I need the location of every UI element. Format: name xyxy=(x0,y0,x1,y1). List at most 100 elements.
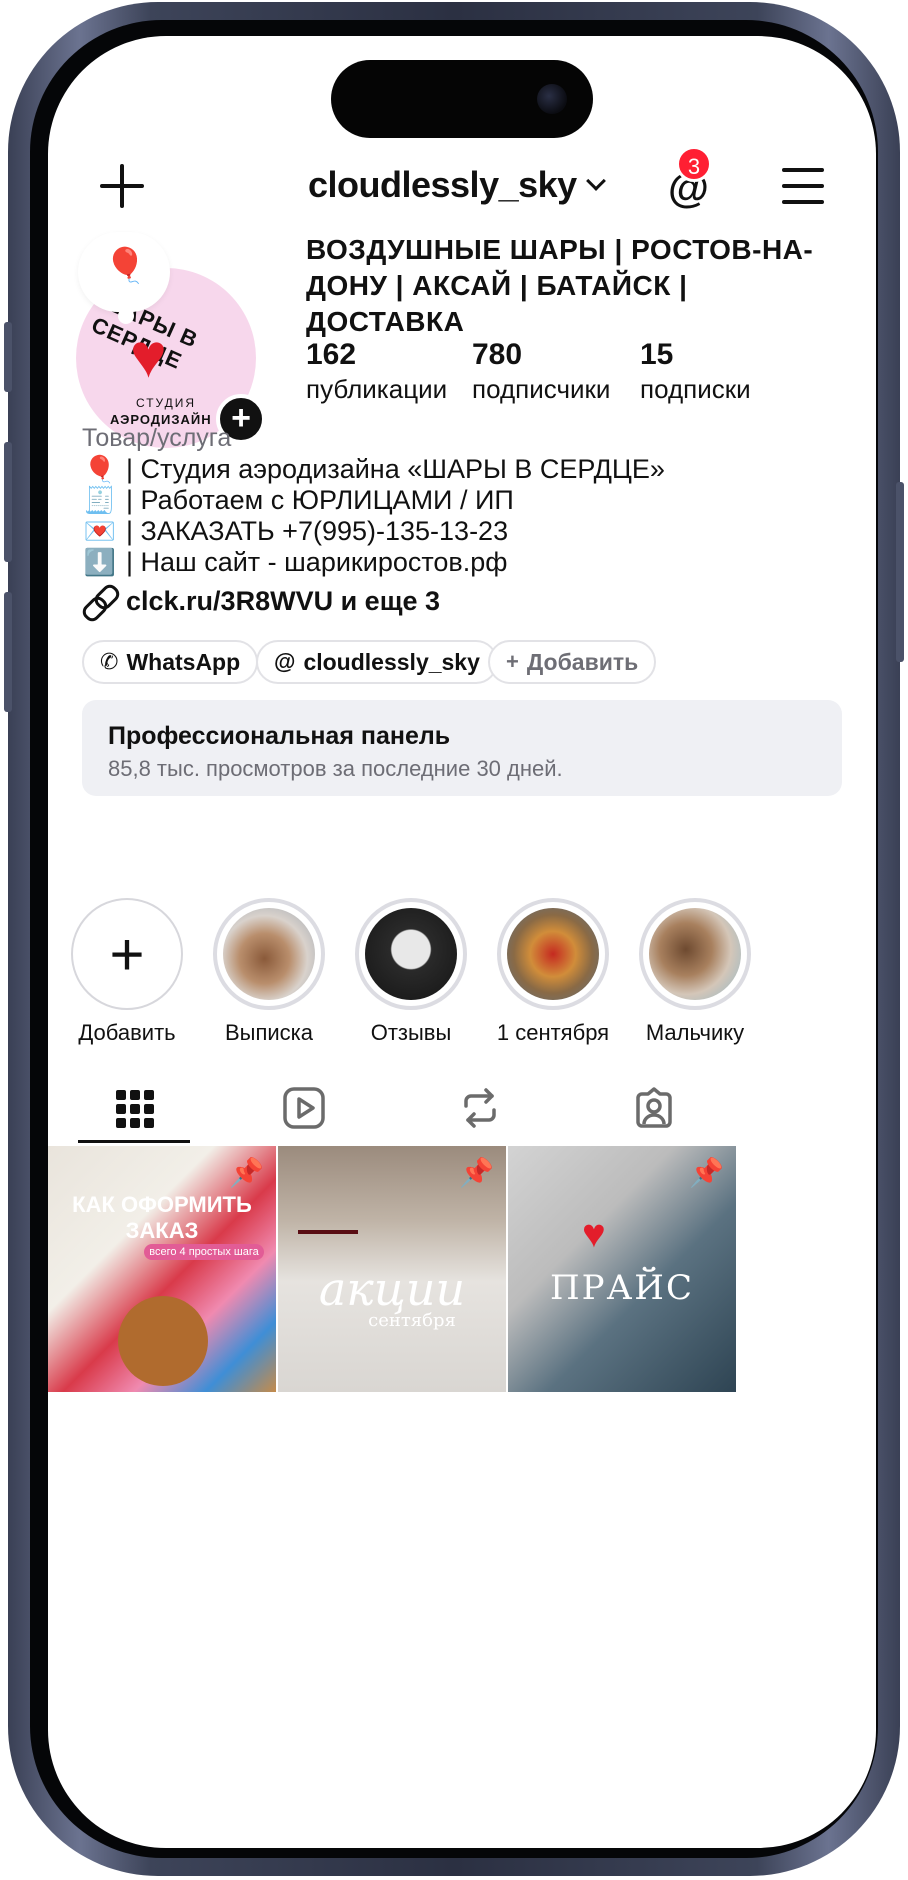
panel-title: Профессиональная панель xyxy=(108,722,451,750)
highlight-label: Мальчику xyxy=(645,1020,745,1045)
highlight-thumbnail xyxy=(507,908,599,1000)
stat-label: подписки xyxy=(640,374,751,404)
heart-icon: ♥ xyxy=(130,322,167,391)
highlight-thumbnail xyxy=(365,908,457,1000)
action-button xyxy=(4,322,12,392)
threads-icon: @ xyxy=(274,649,296,674)
reels-icon xyxy=(283,1087,325,1129)
ribbon xyxy=(298,1230,358,1234)
profile-stats: 162 публикации 780 подписчики 15 подписк… xyxy=(306,338,846,418)
chevron-down-icon xyxy=(585,171,606,191)
heart-icon: ♥ xyxy=(582,1212,606,1256)
grid-icon xyxy=(116,1090,154,1128)
receipt-icon: 🧾 xyxy=(83,485,117,515)
plus-icon: + xyxy=(506,649,519,674)
profile-name: ВОЗДУШНЫЕ ШАРЫ | РОСТОВ-НА-ДОНУ | АКСАЙ … xyxy=(306,234,814,337)
highlight-ring xyxy=(213,898,325,1010)
balloon-icon: 🎈 xyxy=(104,247,147,285)
profile-link[interactable]: clck.ru/3R8WVU и еще 3 xyxy=(82,584,440,618)
bio-line: 🎈 | Студия аэродизайна «ШАРЫ В СЕРДЦЕ» xyxy=(82,454,665,485)
whatsapp-button[interactable]: ✆ WhatsApp xyxy=(82,640,259,684)
plus-icon: + xyxy=(71,898,183,1010)
stat-posts[interactable]: 162 публикации xyxy=(306,338,447,405)
threads-profile-button[interactable]: @ cloudlessly_sky xyxy=(256,640,498,684)
stat-followers[interactable]: 780 подписчики xyxy=(472,338,610,405)
stat-value: 162 xyxy=(306,338,357,371)
create-button[interactable] xyxy=(100,164,144,208)
post-subcaption: сентября xyxy=(368,1310,456,1331)
panel-subtitle: 85,8 тыс. просмотров за последние 30 дне… xyxy=(108,756,563,781)
profile-category: Товар/услуга xyxy=(82,424,232,452)
highlight-label: Отзывы xyxy=(370,1020,452,1045)
down-arrow-icon: ⬇️ xyxy=(83,547,117,577)
highlight-item[interactable]: Мальчику xyxy=(630,898,760,1046)
post-subcaption: всего 4 простых шага xyxy=(144,1244,264,1260)
tab-reposts[interactable] xyxy=(458,1086,502,1130)
screen: cloudlessly_sky @ 3 ШАРЫ В СЕРДЦЕ ♥ СТУД… xyxy=(48,36,876,1848)
highlight-ring xyxy=(497,898,609,1010)
highlight-item[interactable]: Отзывы xyxy=(346,898,476,1046)
phone-frame: cloudlessly_sky @ 3 ШАРЫ В СЕРДЦЕ ♥ СТУД… xyxy=(4,2,904,1876)
repost-icon xyxy=(464,1088,496,1128)
pin-icon: 📌 xyxy=(459,1157,494,1188)
profile-tabs xyxy=(48,1076,876,1146)
notification-badge: 3 xyxy=(676,146,712,182)
posts-grid: КАК ОФОРМИТЬ ЗАКАЗ всего 4 простых шага … xyxy=(48,1146,876,1392)
add-link-button[interactable]: + Добавить xyxy=(488,640,657,684)
post-caption: акции xyxy=(318,1262,466,1316)
top-bar: cloudlessly_sky @ 3 xyxy=(48,146,876,218)
link-icon xyxy=(82,584,116,618)
balloon-icon: 🎈 xyxy=(83,454,117,484)
volume-up-button xyxy=(4,442,12,562)
username: cloudlessly_sky xyxy=(308,164,577,205)
stat-following[interactable]: 15 подписки xyxy=(640,338,751,405)
power-button xyxy=(896,482,904,662)
story-highlights: + Добавить Выписка Отзывы 1 сентября Мал… xyxy=(48,898,876,1048)
menu-button[interactable] xyxy=(782,168,824,204)
stat-value: 780 xyxy=(472,338,523,371)
pin-icon: 📌 xyxy=(689,1157,724,1188)
note-bubble-tail xyxy=(118,308,134,324)
bio-line: 🧾 | Работаем с ЮРЛИЦАМИ / ИП xyxy=(82,485,514,516)
active-tab-indicator xyxy=(78,1140,190,1143)
account-switcher[interactable]: cloudlessly_sky xyxy=(308,164,606,206)
bio-line[interactable]: 💌 | ЗАКАЗАТЬ +7(995)-135-13-23 xyxy=(82,516,508,547)
tab-reels[interactable] xyxy=(282,1086,326,1130)
stat-label: публикации xyxy=(306,374,448,404)
dynamic-island xyxy=(331,60,593,138)
stat-value: 15 xyxy=(640,338,674,371)
pill-label: Добавить xyxy=(526,648,639,675)
stat-label: подписчики xyxy=(472,374,611,404)
capybara-balloon xyxy=(118,1296,208,1386)
highlight-item[interactable]: Выписка xyxy=(204,898,334,1046)
highlight-item[interactable]: 1 сентября xyxy=(488,898,618,1046)
post-caption: КАК ОФОРМИТЬ ЗАКАЗ xyxy=(72,1192,252,1243)
pin-icon: 📌 xyxy=(229,1157,264,1188)
note-bubble[interactable]: 🎈 xyxy=(78,232,170,312)
highlight-label: 1 сентября xyxy=(496,1020,610,1045)
post-caption: ПРАЙС xyxy=(550,1268,694,1308)
highlight-add[interactable]: + Добавить xyxy=(62,898,192,1046)
tab-posts[interactable] xyxy=(112,1086,156,1130)
whatsapp-icon: ✆ xyxy=(100,649,119,674)
professional-dashboard[interactable]: Профессиональная панель 85,8 тыс. просмо… xyxy=(82,700,842,796)
highlight-label: Выписка xyxy=(224,1020,314,1045)
love-letter-icon: 💌 xyxy=(83,516,117,546)
volume-down-button xyxy=(4,592,12,712)
highlight-thumbnail xyxy=(223,908,315,1000)
highlight-label: Добавить xyxy=(78,1020,176,1045)
bio-line[interactable]: ⬇️ | Наш сайт - шарикиростов.рф xyxy=(82,547,508,578)
post-tile[interactable]: КАК ОФОРМИТЬ ЗАКАЗ всего 4 простых шага … xyxy=(48,1146,276,1392)
bio-text: | Студия аэродизайна «ШАРЫ В СЕРДЦЕ» xyxy=(126,454,665,484)
highlight-ring xyxy=(355,898,467,1010)
post-tile[interactable]: ПРАЙС ♥ 📌 xyxy=(508,1146,736,1392)
menu-line xyxy=(782,168,824,172)
tab-tagged[interactable] xyxy=(632,1086,676,1130)
bio-text: | ЗАКАЗАТЬ +7(995)-135-13-23 xyxy=(126,516,509,546)
menu-line xyxy=(782,200,824,204)
highlight-thumbnail xyxy=(649,908,741,1000)
post-tile[interactable]: акции сентября 📌 xyxy=(278,1146,506,1392)
pill-label: cloudlessly_sky xyxy=(303,648,480,675)
camera-icon xyxy=(537,84,567,114)
tagged-icon xyxy=(636,1087,672,1128)
